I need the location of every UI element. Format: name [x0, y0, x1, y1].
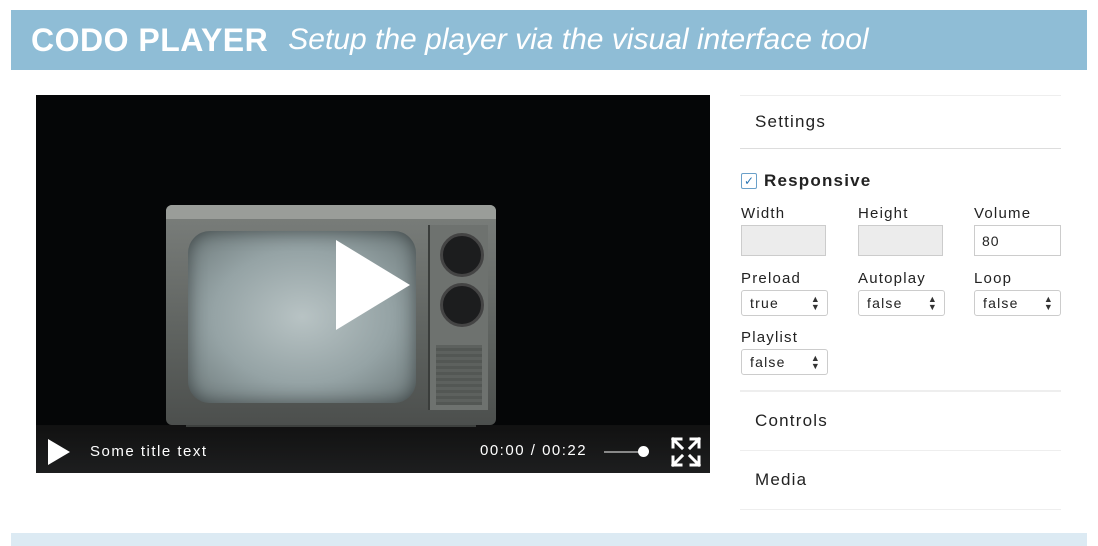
loop-value: false — [983, 295, 1019, 311]
preload-value: true — [750, 295, 779, 311]
width-field-group: Width — [741, 205, 826, 256]
time-current: 00:00 — [480, 442, 526, 459]
tv-image — [166, 205, 496, 425]
updown-arrows-icon: ▲ ▼ — [810, 353, 821, 371]
autoplay-label: Autoplay — [858, 270, 926, 287]
checkmark-icon: ✓ — [743, 174, 755, 188]
playlist-field-group: Playlist false ▲ ▼ — [741, 329, 828, 375]
controls-section-header[interactable]: Controls — [740, 391, 1061, 451]
volume-handle[interactable] — [638, 446, 649, 457]
preload-label: Preload — [741, 270, 802, 287]
time-total: 00:22 — [542, 442, 588, 459]
height-label: Height — [858, 205, 909, 222]
width-label: Width — [741, 205, 786, 222]
page-header: CODO PLAYER Setup the player via the vis… — [11, 10, 1087, 70]
volume-label: Volume — [974, 205, 1032, 222]
settings-panel: Settings ✓ Responsive Width Height Volum… — [740, 95, 1061, 510]
big-play-icon[interactable] — [336, 240, 410, 330]
autoplay-value: false — [867, 295, 903, 311]
playlist-value: false — [750, 354, 786, 370]
updown-arrows-icon: ▲ ▼ — [1043, 294, 1054, 312]
volume-field-group: Volume — [974, 205, 1061, 256]
settings-header[interactable]: Settings — [740, 96, 1061, 149]
height-input[interactable] — [858, 225, 943, 256]
loop-label: Loop — [974, 270, 1013, 287]
fullscreen-icon[interactable] — [671, 437, 701, 467]
tv-knob-panel — [428, 225, 488, 410]
updown-arrows-icon: ▲ ▼ — [927, 294, 938, 312]
preload-select[interactable]: true ▲ ▼ — [741, 290, 828, 316]
updown-arrows-icon: ▲ ▼ — [810, 294, 821, 312]
brand-title: CODO PLAYER — [31, 21, 269, 58]
responsive-label: Responsive — [764, 171, 872, 190]
autoplay-field-group: Autoplay false ▲ ▼ — [858, 270, 945, 316]
tv-knob — [440, 283, 484, 327]
height-field-group: Height — [858, 205, 943, 256]
tv-speaker — [436, 345, 482, 405]
playlist-label: Playlist — [741, 329, 799, 346]
play-icon[interactable] — [48, 438, 70, 465]
settings-body: ✓ Responsive Width Height Volume Preload… — [740, 149, 1061, 391]
tv-knob — [440, 233, 484, 277]
video-player[interactable]: Some title text 00:00 / 00:22 — [36, 95, 710, 473]
tv-top — [166, 205, 496, 219]
time-display: 00:00 / 00:22 — [480, 442, 587, 459]
width-input[interactable] — [741, 225, 826, 256]
responsive-row: ✓ Responsive — [741, 171, 871, 191]
autoplay-select[interactable]: false ▲ ▼ — [858, 290, 945, 316]
preload-field-group: Preload true ▲ ▼ — [741, 270, 828, 316]
media-section-header[interactable]: Media — [740, 451, 1061, 510]
playlist-select[interactable]: false ▲ ▼ — [741, 349, 828, 375]
header-tagline: Setup the player via the visual interfac… — [288, 23, 869, 56]
player-controls: Some title text 00:00 / 00:22 — [36, 430, 710, 473]
time-separator: / — [530, 442, 537, 459]
volume-input[interactable] — [974, 225, 1061, 256]
responsive-checkbox[interactable]: ✓ — [741, 173, 757, 189]
footer-bar — [11, 533, 1087, 546]
loop-field-group: Loop false ▲ ▼ — [974, 270, 1061, 316]
video-title: Some title text — [90, 443, 208, 460]
loop-select[interactable]: false ▲ ▼ — [974, 290, 1061, 316]
